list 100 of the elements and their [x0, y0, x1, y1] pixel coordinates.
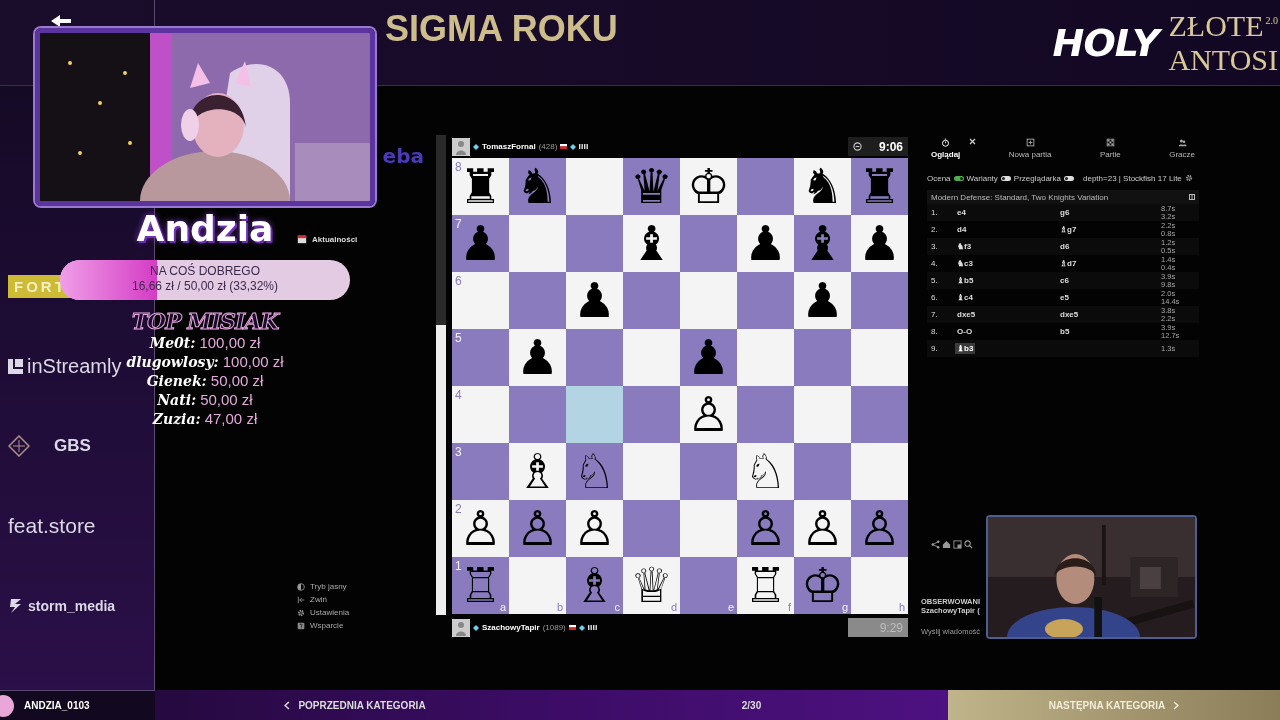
previous-category-button[interactable]: POPRZEDNIA KATEGORIA — [155, 690, 555, 720]
tab[interactable]: Nowa partia — [1004, 138, 1056, 166]
board-square[interactable]: ♗ — [509, 443, 566, 500]
window-icon[interactable] — [953, 540, 962, 549]
board-square[interactable] — [623, 386, 680, 443]
board-square[interactable] — [623, 500, 680, 557]
board-square[interactable] — [851, 272, 908, 329]
chess-piece[interactable]: ♝ — [801, 215, 844, 272]
board-square[interactable]: ♘ — [737, 443, 794, 500]
tab[interactable]: Gracze — [1165, 138, 1199, 166]
board-square[interactable] — [680, 443, 737, 500]
board-square[interactable] — [680, 215, 737, 272]
board-square[interactable] — [623, 272, 680, 329]
chess-piece[interactable]: ♘ — [573, 443, 616, 500]
move[interactable]: b5 — [1058, 326, 1072, 337]
chess-piece[interactable]: ♗ — [516, 443, 559, 500]
board-square[interactable] — [566, 215, 623, 272]
board-square[interactable]: ♘ — [566, 443, 623, 500]
board-square[interactable]: ♔ — [680, 158, 737, 215]
board-square[interactable]: ♟ — [794, 272, 851, 329]
move[interactable]: ♞c3 — [955, 258, 975, 269]
move[interactable]: O-O — [955, 326, 975, 337]
board-square[interactable] — [509, 272, 566, 329]
sidebar-item[interactable]: Zwiń — [289, 593, 436, 606]
board-square[interactable] — [566, 329, 623, 386]
board-square[interactable] — [737, 386, 794, 443]
chess-piece[interactable]: ♔ — [687, 158, 730, 215]
chess-piece[interactable]: ♙ — [687, 386, 730, 443]
board-square[interactable] — [794, 443, 851, 500]
move[interactable]: dxe5 — [1058, 309, 1081, 320]
board-square[interactable]: ♙ — [566, 500, 623, 557]
board-square[interactable]: e — [680, 557, 737, 614]
board-square[interactable] — [851, 443, 908, 500]
board-square[interactable]: ♟ — [851, 215, 908, 272]
board-square[interactable]: h — [851, 557, 908, 614]
board-square[interactable]: ♙ — [509, 500, 566, 557]
board-square[interactable]: ♟ — [737, 215, 794, 272]
board-square[interactable]: ♟ — [509, 329, 566, 386]
chess-piece[interactable]: ♝ — [630, 215, 673, 272]
move[interactable]: d6 — [1058, 241, 1072, 252]
toggle-switch[interactable] — [1064, 175, 1074, 181]
board-square[interactable]: ♞ — [794, 158, 851, 215]
board-square[interactable]: ♙ — [851, 500, 908, 557]
board-square[interactable] — [623, 329, 680, 386]
board-square[interactable]: ♙ — [794, 500, 851, 557]
chess-piece[interactable]: ♙ — [516, 500, 559, 557]
move[interactable]: ♝c4 — [955, 292, 975, 303]
close-icon[interactable] — [969, 138, 976, 145]
scrollbar[interactable] — [436, 135, 446, 615]
move[interactable]: ♞f3 — [955, 241, 974, 252]
chess-piece[interactable]: ♟ — [801, 272, 844, 329]
chess-piece[interactable]: ♘ — [744, 443, 787, 500]
board-square[interactable] — [737, 158, 794, 215]
home-icon[interactable] — [942, 540, 951, 549]
chess-piece[interactable]: ♗ — [573, 557, 616, 614]
chess-piece[interactable]: ♖ — [744, 557, 787, 614]
board-square[interactable]: ♟ — [680, 329, 737, 386]
board-square[interactable]: ♝ — [623, 215, 680, 272]
move[interactable]: e5 — [1058, 292, 1071, 303]
board-square[interactable]: ♝ — [794, 215, 851, 272]
board-square[interactable]: b — [509, 557, 566, 614]
board-square[interactable]: ♜ — [851, 158, 908, 215]
share-icon[interactable] — [931, 540, 940, 549]
move[interactable]: g6 — [1058, 207, 1072, 218]
chess-piece[interactable]: ♟ — [573, 272, 616, 329]
sidebar-item[interactable]: Ustawienia — [289, 606, 436, 619]
sidebar-item[interactable]: Wsparcie — [289, 619, 436, 632]
player-name[interactable]: TomaszFornal — [482, 142, 536, 151]
board-square[interactable] — [737, 272, 794, 329]
board-square[interactable] — [509, 215, 566, 272]
board-square[interactable] — [737, 329, 794, 386]
chess-piece[interactable]: ♙ — [858, 500, 901, 557]
board-square[interactable] — [851, 329, 908, 386]
board-square[interactable]: ♙ — [680, 386, 737, 443]
sidebar-item[interactable]: Tryb jasny — [289, 580, 436, 593]
move[interactable]: ♝b3 — [955, 343, 976, 354]
move[interactable]: dxe5 — [955, 309, 978, 320]
move[interactable]: d4 — [955, 224, 969, 235]
chess-piece[interactable]: ♟ — [516, 329, 559, 386]
chess-piece[interactable]: ♜ — [858, 158, 901, 215]
move[interactable]: c6 — [1058, 275, 1071, 286]
zoom-icon[interactable] — [964, 540, 973, 549]
move[interactable]: ♝b5 — [955, 275, 976, 286]
tab[interactable]: Partie — [1095, 138, 1125, 166]
board-square[interactable] — [680, 500, 737, 557]
board-square[interactable]: ♟ — [566, 272, 623, 329]
toggle-switch[interactable] — [1000, 175, 1011, 181]
chess-piece[interactable]: ♙ — [801, 500, 844, 557]
chess-piece[interactable]: ♞ — [801, 158, 844, 215]
toggle-switch[interactable] — [953, 175, 964, 181]
board-square[interactable]: ♞ — [509, 158, 566, 215]
board-square[interactable] — [566, 158, 623, 215]
chess-piece[interactable]: ♛ — [630, 158, 673, 215]
chess-piece[interactable]: ♟ — [744, 215, 787, 272]
chess-piece[interactable]: ♟ — [687, 329, 730, 386]
board-square[interactable] — [851, 386, 908, 443]
move[interactable]: ♗d7 — [1058, 258, 1079, 269]
board-square[interactable] — [623, 443, 680, 500]
chess-piece[interactable]: ♙ — [573, 500, 616, 557]
board-square[interactable]: ♙ — [737, 500, 794, 557]
